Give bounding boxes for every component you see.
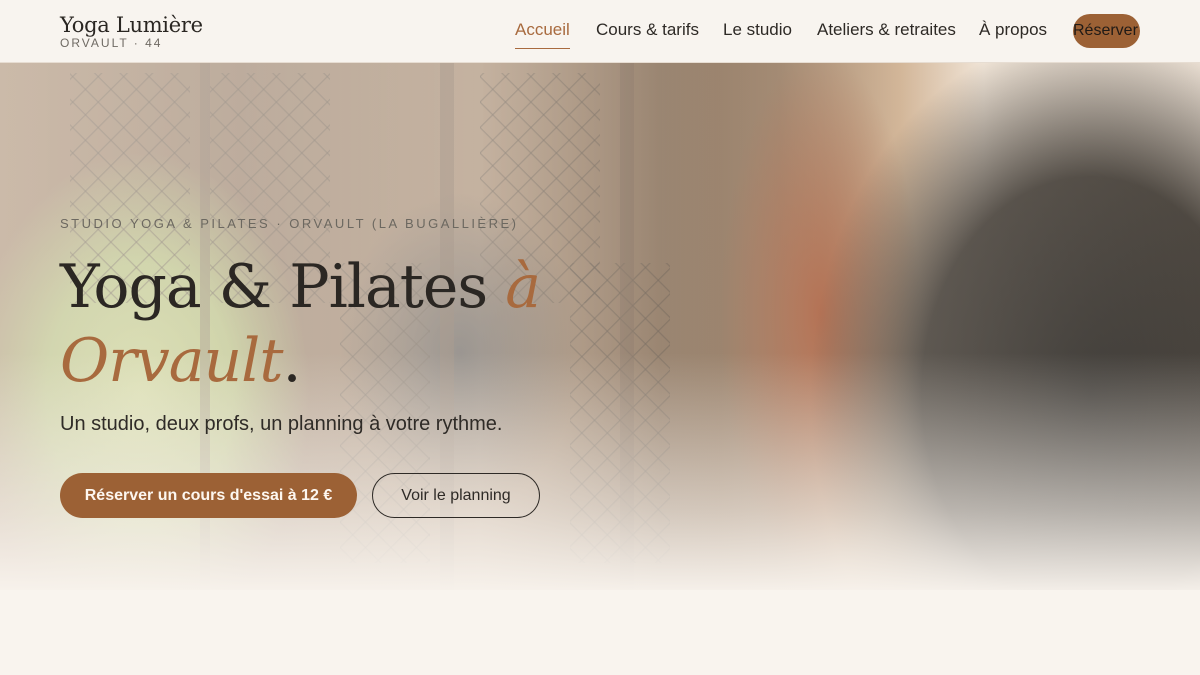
- nav-item-le-studio[interactable]: Le studio: [723, 20, 792, 44]
- view-schedule-button[interactable]: Voir le planning: [372, 473, 540, 518]
- headline-accent-a: à: [505, 252, 541, 322]
- site-header: Yoga Lumière ORVAULT · 44 Accueil Cours …: [0, 0, 1200, 63]
- nav-item-a-propos[interactable]: À propos: [979, 20, 1047, 44]
- hero-section: STUDIO YOGA & PILATES · ORVAULT (LA BUGA…: [0, 63, 1200, 590]
- book-trial-class-button[interactable]: Réserver un cours d'essai à 12 €: [60, 473, 357, 518]
- hero-eyebrow: STUDIO YOGA & PILATES · ORVAULT (LA BUGA…: [60, 216, 519, 231]
- brand-name: Yoga Lumière: [60, 13, 203, 37]
- nav-active-underline: [515, 48, 570, 49]
- nav-item-ateliers-retraites[interactable]: Ateliers & retraites: [817, 20, 956, 44]
- hero-tagline: Un studio, deux profs, un planning à vot…: [60, 413, 503, 435]
- brand-location: ORVAULT · 44: [60, 36, 163, 50]
- headline-period: .: [282, 326, 301, 396]
- hero-headline: Yoga & Pilates à Orvault.: [60, 250, 620, 398]
- reserve-button[interactable]: Réserver: [1073, 14, 1140, 48]
- brand-logo[interactable]: Yoga Lumière ORVAULT · 44: [60, 12, 203, 49]
- nav-item-accueil[interactable]: Accueil: [515, 20, 570, 44]
- headline-main: Yoga & Pilates: [60, 252, 488, 322]
- nav-item-cours-tarifs[interactable]: Cours & tarifs: [596, 20, 699, 44]
- headline-accent-orvault: Orvault: [60, 326, 283, 396]
